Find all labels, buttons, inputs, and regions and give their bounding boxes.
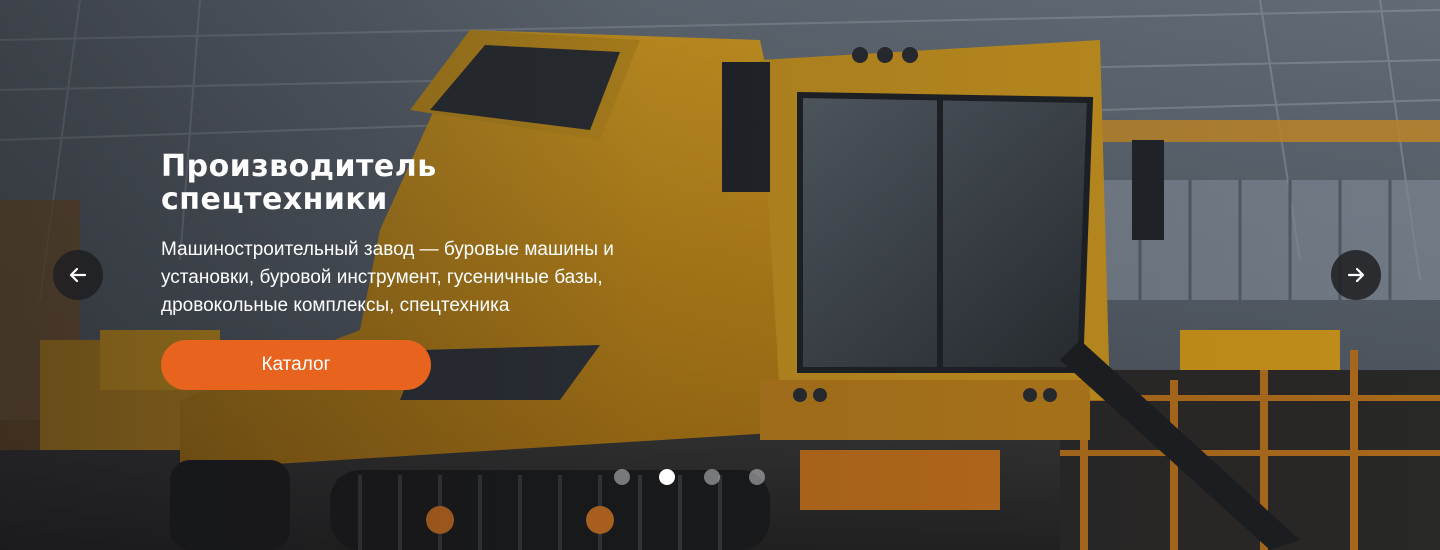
slider-prev-button[interactable] bbox=[53, 250, 103, 300]
hero-description: Машиностроительный завод — буровые машин… bbox=[161, 239, 614, 316]
slider-dot-4[interactable] bbox=[749, 469, 765, 485]
hero-content: Производитель спецтехники Машиностроител… bbox=[161, 150, 701, 320]
slider-dot-1[interactable] bbox=[614, 469, 630, 485]
slider-dot-3[interactable] bbox=[704, 469, 720, 485]
arrow-right-icon bbox=[1347, 267, 1365, 283]
title-line-1: Производитель bbox=[161, 149, 437, 184]
hero-slider: Производитель спецтехники Машиностроител… bbox=[0, 0, 1440, 550]
catalog-button[interactable]: Каталог bbox=[161, 340, 431, 390]
page-title: Производитель спецтехники bbox=[161, 150, 701, 216]
arrow-left-icon bbox=[69, 267, 87, 283]
slider-dot-2[interactable] bbox=[659, 469, 675, 485]
slider-pagination bbox=[614, 469, 765, 485]
slider-next-button[interactable] bbox=[1331, 250, 1381, 300]
title-line-2: спецтехники bbox=[161, 182, 388, 217]
